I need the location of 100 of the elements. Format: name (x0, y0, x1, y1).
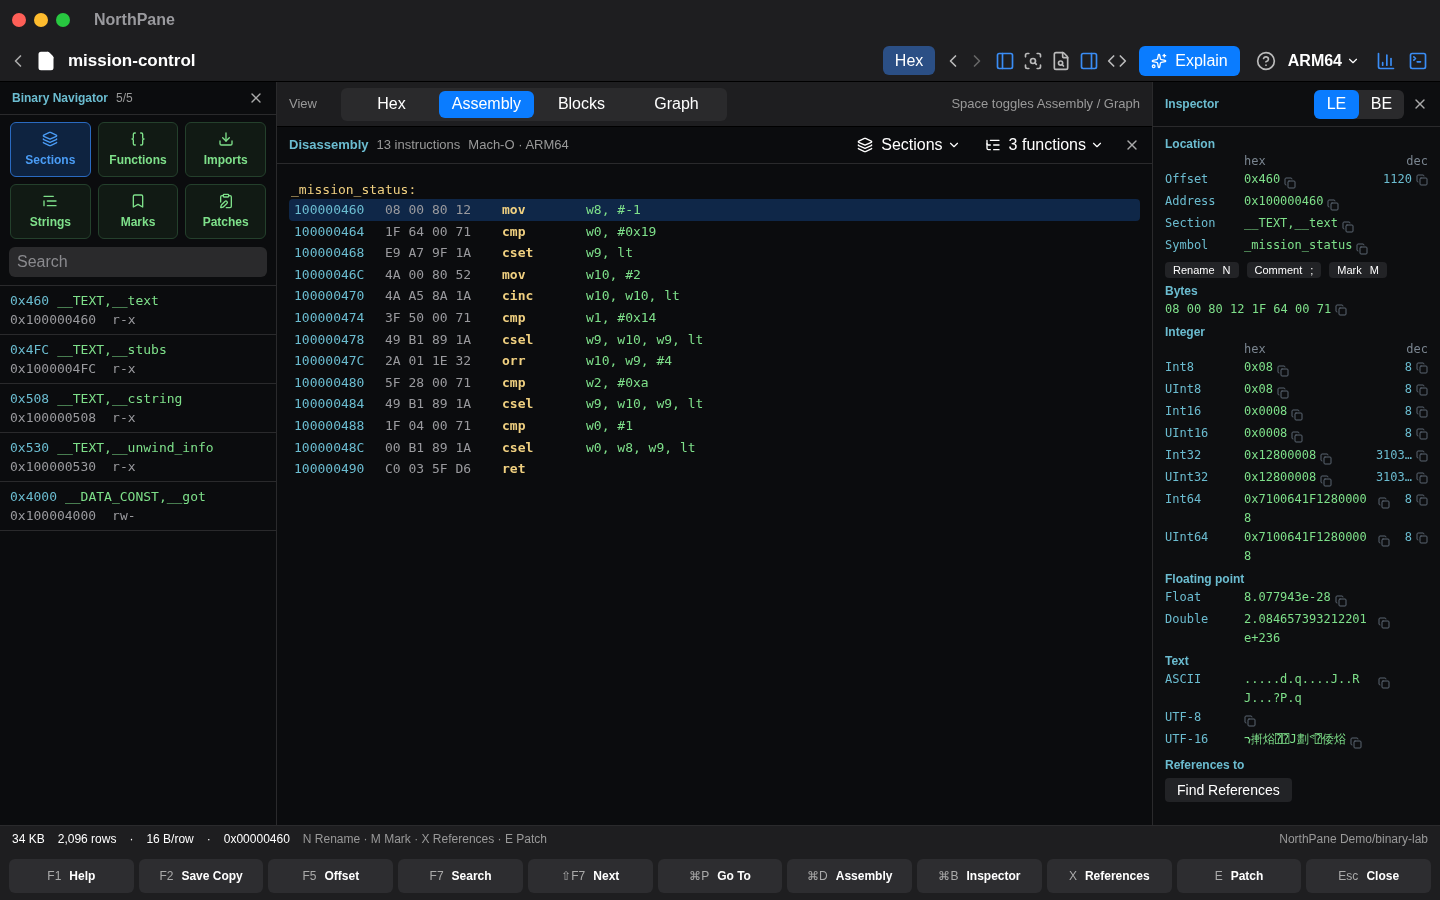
copy-icon[interactable] (1320, 474, 1333, 487)
instruction-row[interactable]: 100000474 3F 50 00 71 cmp w1, #0x14 (289, 306, 1140, 329)
function-label: _mission_status: (291, 181, 418, 199)
section-item[interactable]: 0x460 __TEXT,__text 0x100000460 r-x (0, 286, 276, 335)
close-window-icon[interactable] (12, 13, 26, 27)
action-button[interactable]: Mark M (1329, 262, 1387, 278)
find-references-button[interactable]: Find References (1165, 778, 1292, 802)
action-button[interactable]: Rename N (1165, 262, 1239, 278)
instruction-row[interactable]: 100000484 49 B1 89 1A csel w9, w10, w9, lt (289, 393, 1140, 415)
copy-icon[interactable] (1378, 496, 1390, 509)
copy-icon[interactable] (1378, 616, 1390, 629)
endian-toggle[interactable]: LE (1314, 89, 1359, 119)
section-item[interactable]: 0x508 __TEXT,__cstring 0x100000508 r-x (0, 384, 276, 433)
navigator-tab[interactable]: Imports (185, 122, 266, 177)
copy-icon[interactable] (1356, 242, 1369, 255)
copy-icon[interactable] (1276, 386, 1289, 399)
function-key-button[interactable]: ⇧F7 Next (527, 859, 653, 893)
field-label: Offset (1165, 171, 1210, 188)
function-key-button[interactable]: F5 Offset (268, 859, 394, 893)
field-label: Int8 (1165, 359, 1195, 376)
copy-icon[interactable] (1341, 220, 1354, 233)
function-key-button[interactable]: ⌘D Assembly (787, 859, 913, 893)
view-tab[interactable]: Hex (343, 90, 439, 118)
field-label: UInt64 (1165, 529, 1210, 546)
copy-icon[interactable] (1416, 383, 1428, 396)
navigator-tab[interactable]: Patches (185, 184, 266, 239)
copy-icon[interactable] (1378, 534, 1390, 547)
copy-icon[interactable] (1416, 361, 1428, 374)
function-key-button[interactable]: F1 Help (9, 859, 134, 893)
function-key-button[interactable]: X References (1046, 859, 1172, 893)
function-key-button[interactable]: F7 Search (398, 859, 523, 893)
function-key-button[interactable]: Esc Close (1306, 859, 1432, 893)
view-tab[interactable]: Graph (628, 90, 724, 118)
instruction-row[interactable]: 100000490 C0 03 5F D6 ret (289, 458, 1140, 480)
function-key-button[interactable]: ⌘P Go To (657, 859, 783, 893)
file-search-icon[interactable] (1051, 50, 1072, 71)
function-key-button[interactable]: E Patch (1176, 859, 1302, 893)
instruction-row[interactable]: 100000470 4A A5 8A 1A cinc w10, w10, lt (289, 285, 1140, 307)
instruction-row[interactable]: 100000464 1F 64 00 71 cmp w0, #0x19 (289, 220, 1140, 243)
copy-icon[interactable] (1320, 452, 1333, 465)
copy-icon[interactable] (1416, 427, 1428, 440)
instruction-row[interactable]: 10000048C 00 B1 89 1A csel w0, w8, w9, lt (289, 436, 1140, 459)
instruction-row[interactable]: 100000480 5F 28 00 71 cmp w2, #0xa (289, 371, 1140, 394)
instruction-row[interactable]: 100000478 49 B1 89 1A csel w9, w10, w9, lt (289, 328, 1140, 351)
view-tab[interactable]: Blocks (533, 90, 629, 118)
instruction-operands: w0, w8, w9, lt (586, 438, 696, 457)
endian-toggle[interactable]: BE (1359, 89, 1404, 119)
help-icon[interactable] (1255, 50, 1276, 71)
copy-icon[interactable] (1416, 405, 1428, 418)
right-sidebar-icon[interactable] (1079, 50, 1100, 71)
copy-icon[interactable] (1327, 198, 1340, 211)
copy-icon[interactable] (1416, 449, 1428, 462)
section-permissions: rw- (112, 507, 136, 525)
section-item[interactable]: 0x4FC __TEXT,__stubs 0x1000004FC r-x (0, 335, 276, 384)
section-heading: Bytes (1165, 283, 1199, 300)
instruction-row[interactable]: 100000468 E9 A7 9F 1A cset w9, lt (289, 242, 1140, 264)
instruction-row[interactable]: 100000460 08 00 80 12 mov w8, #-1 (289, 199, 1140, 221)
navigator-tab[interactable]: Functions (97, 122, 179, 177)
navigator-tab[interactable]: Sections (10, 122, 91, 177)
hex-mode-button[interactable]: Hex (882, 46, 936, 75)
copy-icon[interactable] (1284, 176, 1297, 189)
copy-icon[interactable] (1416, 531, 1428, 544)
sections-dropdown[interactable]: Sections (857, 133, 961, 157)
zoom-window-icon[interactable] (56, 13, 70, 27)
section-item[interactable]: 0x4000 __DATA_CONST,__got 0x100004000 rw- (0, 482, 276, 531)
field-value: .....d.q....J..RJ...?P.q (1244, 671, 1361, 707)
copy-icon[interactable] (1291, 408, 1304, 421)
chart-icon[interactable] (1376, 50, 1396, 71)
minimize-window-icon[interactable] (34, 13, 48, 27)
instruction-mnemonic: mov (502, 201, 527, 220)
field-label: Float (1165, 589, 1203, 606)
copy-icon[interactable] (1378, 676, 1390, 689)
instruction-row[interactable]: 100000488 1F 04 00 71 cmp w0, #1 (289, 414, 1140, 437)
terminal-icon[interactable] (1408, 50, 1428, 71)
view-tab[interactable]: Assembly (438, 90, 534, 118)
arch-dropdown[interactable]: ARM64 (1287, 48, 1360, 73)
instruction-row[interactable]: 10000047C 2A 01 1E 32 orr w10, w9, #4 (289, 350, 1140, 372)
copy-icon[interactable] (1416, 471, 1428, 484)
file-icon (36, 50, 56, 71)
copy-icon[interactable] (1291, 430, 1304, 443)
function-key-button[interactable]: F2 Save Copy (138, 859, 264, 893)
explain-button[interactable]: Explain (1139, 45, 1240, 76)
navigator-tab[interactable]: Strings (10, 184, 91, 239)
copy-icon[interactable] (1416, 493, 1428, 506)
navigator-tab[interactable]: Marks (97, 184, 179, 239)
action-button[interactable]: Comment ; (1246, 262, 1322, 278)
search-icon[interactable] (1023, 50, 1044, 71)
copy-icon[interactable] (1244, 714, 1256, 727)
copy-icon[interactable] (1276, 364, 1289, 377)
function-key-button[interactable]: ⌘B Inspector (917, 859, 1042, 893)
copy-icon[interactable] (1335, 303, 1348, 316)
window-title: NorthPane (94, 10, 175, 30)
left-sidebar-icon[interactable] (995, 50, 1016, 71)
search-field[interactable]: Search (9, 247, 267, 277)
copy-icon[interactable] (1349, 736, 1362, 749)
functions-dropdown[interactable]: 3 functions (984, 133, 1104, 157)
copy-icon[interactable] (1334, 594, 1347, 607)
instruction-row[interactable]: 10000046C 4A 00 80 52 mov w10, #2 (289, 263, 1140, 286)
section-item[interactable]: 0x530 __TEXT,__unwind_info 0x100000530 r-x (0, 433, 276, 482)
copy-icon[interactable] (1416, 173, 1428, 186)
